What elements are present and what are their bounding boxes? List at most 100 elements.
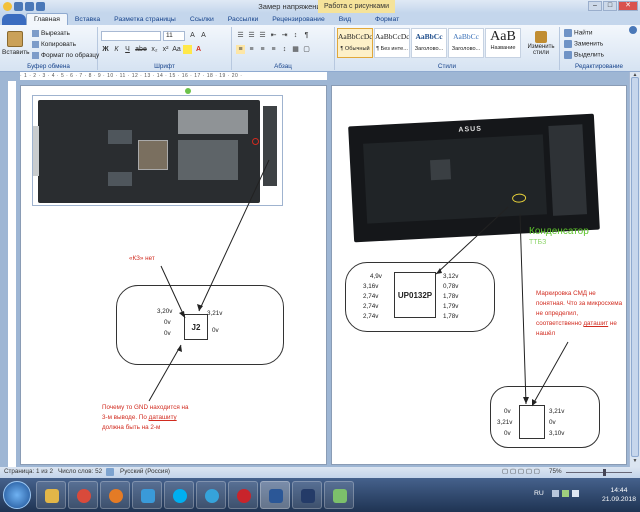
- network-icon[interactable]: [562, 490, 569, 497]
- strikethrough-button[interactable]: abe: [134, 45, 148, 54]
- increase-indent-icon[interactable]: ⇥: [280, 31, 289, 40]
- vertical-ruler[interactable]: [8, 81, 17, 467]
- media-player-icon: [141, 489, 155, 503]
- language-status[interactable]: Русский (Россия): [120, 468, 170, 475]
- close-button[interactable]: ✕: [618, 1, 638, 11]
- document-workspace: «КЗ» нет J2 3,20v 0v 0v 3,21v 0v Почему …: [8, 81, 628, 467]
- zoom-slider[interactable]: [566, 472, 632, 473]
- help-icon[interactable]: [629, 26, 637, 34]
- sort-icon[interactable]: ↕: [291, 31, 300, 40]
- replace-button[interactable]: Заменить: [564, 40, 603, 48]
- shrink-font-button[interactable]: A: [199, 31, 208, 40]
- zoom-level[interactable]: 75%: [549, 468, 562, 475]
- style-heading-2[interactable]: AaBbCc Заголово...: [448, 28, 484, 58]
- tab-references[interactable]: Ссылки: [183, 14, 221, 25]
- arrowhead: [532, 399, 537, 406]
- find-button[interactable]: Найти: [564, 29, 593, 37]
- style-name: Заголово...: [451, 46, 481, 52]
- style-title[interactable]: AaB Название: [485, 28, 521, 58]
- clock-date: 21.09.2018: [601, 496, 636, 503]
- change-case-button[interactable]: Aa: [172, 45, 181, 54]
- taskbar-app-skype[interactable]: [164, 481, 194, 509]
- tray-arrow-icon[interactable]: [552, 490, 559, 497]
- subscript-button[interactable]: x₂: [150, 45, 159, 54]
- taskbar-app-chrome[interactable]: [68, 481, 98, 509]
- align-left-icon[interactable]: ≡: [236, 45, 245, 54]
- format-painter-button[interactable]: Формат по образцу: [32, 52, 99, 59]
- bold-button[interactable]: Ж: [101, 45, 110, 54]
- proofing-icon[interactable]: [106, 468, 114, 476]
- view-buttons[interactable]: ▢▢▢▢▢: [502, 468, 542, 475]
- select-button[interactable]: Выделить: [564, 51, 604, 59]
- arrow-line: [519, 213, 527, 405]
- maximize-button[interactable]: □: [603, 1, 617, 11]
- format-painter-label: Формат по образцу: [41, 52, 100, 60]
- style-no-spacing[interactable]: AaBbCcDc ¶ Без инте...: [374, 28, 410, 58]
- tab-home[interactable]: Главная: [26, 13, 68, 25]
- tab-mailings[interactable]: Рассылки: [221, 14, 266, 25]
- tab-insert[interactable]: Вставка: [68, 14, 107, 25]
- style-name: ¶ Обычный: [340, 46, 370, 52]
- line-spacing-icon[interactable]: ↕: [280, 45, 289, 54]
- scroll-thumb[interactable]: [631, 77, 639, 457]
- ribbon-tabs: Главная Вставка Разметка страницы Ссылки…: [0, 13, 640, 25]
- select-label: Выделить: [574, 51, 604, 59]
- change-styles-button[interactable]: Изменить стили: [526, 31, 556, 56]
- word-count[interactable]: Число слов: 52: [58, 468, 102, 475]
- taskbar-app-firefox[interactable]: [100, 481, 130, 509]
- minimize-button[interactable]: –: [588, 1, 602, 11]
- style-name: Заголово...: [414, 46, 444, 52]
- bullets-icon[interactable]: ☰: [236, 31, 245, 40]
- align-center-icon[interactable]: ≡: [247, 45, 256, 54]
- tab-review[interactable]: Рецензирование: [265, 14, 331, 25]
- italic-button[interactable]: К: [112, 45, 121, 54]
- taskbar-app-telegram[interactable]: [196, 481, 226, 509]
- tab-page-layout[interactable]: Разметка страницы: [107, 14, 183, 25]
- taskbar-app-opera[interactable]: [228, 481, 258, 509]
- align-right-icon[interactable]: ≡: [258, 45, 267, 54]
- vertical-scrollbar[interactable]: ▲ ▼: [629, 72, 640, 467]
- shading-icon[interactable]: ▦: [291, 45, 300, 54]
- paragraph-group-label: Абзац: [274, 63, 292, 70]
- borders-icon[interactable]: ▢: [302, 45, 311, 54]
- taskbar-app-explorer[interactable]: [36, 481, 66, 509]
- tab-view[interactable]: Вид: [332, 14, 358, 25]
- tray-icons: [552, 490, 586, 498]
- horizontal-ruler-page1[interactable]: · 1 · 2 · 3 · 4 · 5 · 6 · 7 · 8 · 9 · 10…: [20, 72, 327, 81]
- taskbar-app-word[interactable]: [260, 481, 290, 509]
- zoom-slider-thumb[interactable]: [603, 469, 606, 476]
- style-normal[interactable]: AaBbCcDc ¶ Обычный: [337, 28, 373, 58]
- taskbar-app-ps[interactable]: [292, 481, 322, 509]
- decrease-indent-icon[interactable]: ⇤: [269, 31, 278, 40]
- taskbar-app-paint[interactable]: [324, 481, 354, 509]
- font-name-box[interactable]: [101, 31, 161, 41]
- justify-icon[interactable]: ≡: [269, 45, 278, 54]
- superscript-button[interactable]: x²: [161, 45, 170, 54]
- multilevel-icon[interactable]: ☰: [258, 31, 267, 40]
- copy-icon: [32, 41, 39, 48]
- clipboard-group-label: Буфер обмена: [27, 63, 70, 70]
- pilcrow-icon[interactable]: ¶: [302, 31, 311, 40]
- style-heading-1[interactable]: AaBbCc Заголово...: [411, 28, 447, 58]
- volume-icon[interactable]: [572, 490, 579, 497]
- page-count[interactable]: Страница: 1 из 2: [4, 468, 53, 475]
- styles-gallery: AaBbCcDc ¶ Обычный AaBbCcDc ¶ Без инте... …: [337, 28, 521, 58]
- cut-button[interactable]: Вырезать: [32, 30, 70, 37]
- arrow-line: [198, 159, 270, 312]
- grow-font-button[interactable]: A: [188, 31, 197, 40]
- tab-format[interactable]: Формат: [368, 14, 406, 25]
- taskbar-app-mediaplayer[interactable]: [132, 481, 162, 509]
- input-language[interactable]: RU: [534, 490, 544, 497]
- numbering-icon[interactable]: ☰: [247, 31, 256, 40]
- editing-group: Найти Заменить Выделить Редактирование: [560, 27, 638, 70]
- scroll-down-icon[interactable]: ▼: [631, 458, 639, 465]
- office-button[interactable]: [2, 14, 26, 25]
- start-button[interactable]: [3, 481, 31, 509]
- clock[interactable]: 14:44 21.09.2018: [602, 486, 636, 504]
- font-size-box[interactable]: 11: [163, 31, 185, 41]
- font-color-icon[interactable]: A: [194, 45, 203, 54]
- underline-button[interactable]: Ч: [123, 45, 132, 54]
- copy-button[interactable]: Копировать: [32, 41, 76, 48]
- highlight-icon[interactable]: [183, 45, 192, 54]
- paste-button[interactable]: Вставить: [2, 31, 30, 56]
